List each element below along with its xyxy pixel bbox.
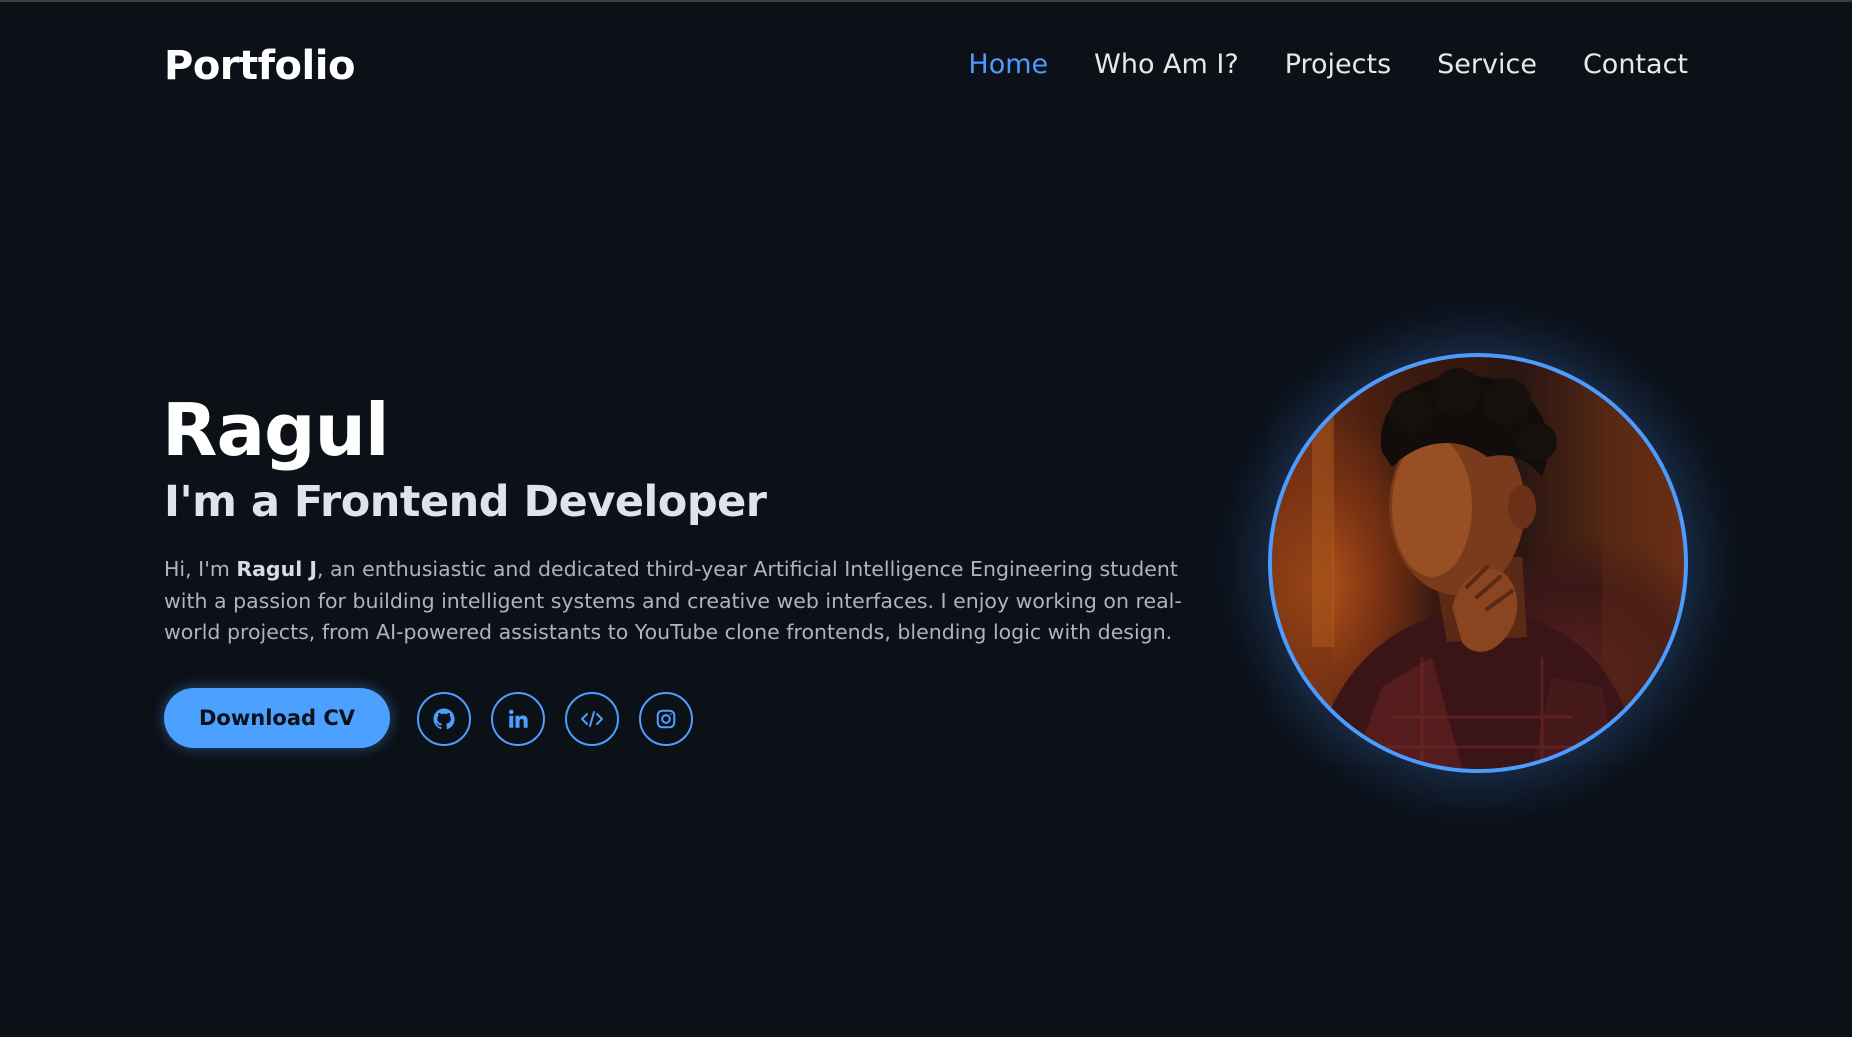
nav-projects[interactable]: Projects [1285,48,1391,82]
description-suffix: , an enthusiastic and dedicated third-ye… [164,557,1182,644]
linkedin-link[interactable] [491,692,545,746]
hero-role: I'm a Frontend Developer [164,477,767,527]
nav-contact[interactable]: Contact [1583,48,1688,82]
nav-home[interactable]: Home [968,48,1048,82]
code-link[interactable] [565,692,619,746]
hero-name: Ragul [162,388,390,472]
github-link[interactable] [417,692,471,746]
profile-photo [1268,353,1688,773]
nav-who-am-i[interactable]: Who Am I? [1094,48,1239,82]
download-cv-button[interactable]: Download CV [164,688,390,748]
main-nav: Home Who Am I? Projects Service Contact [968,48,1688,82]
github-icon [432,707,456,731]
site-logo[interactable]: Portfolio [164,42,355,90]
description-highlight: Ragul J [236,557,317,581]
instagram-link[interactable] [639,692,693,746]
hero-description: Hi, I'm Ragul J, an enthusiastic and ded… [164,554,1204,649]
portfolio-page: Portfolio Home Who Am I? Projects Servic… [0,2,1852,1037]
profile-photo-illustration [1272,357,1684,769]
instagram-icon [655,708,677,730]
description-prefix: Hi, I'm [164,557,237,581]
nav-service[interactable]: Service [1437,48,1537,82]
code-icon [580,707,604,731]
social-links [417,692,693,746]
linkedin-icon [507,708,529,730]
